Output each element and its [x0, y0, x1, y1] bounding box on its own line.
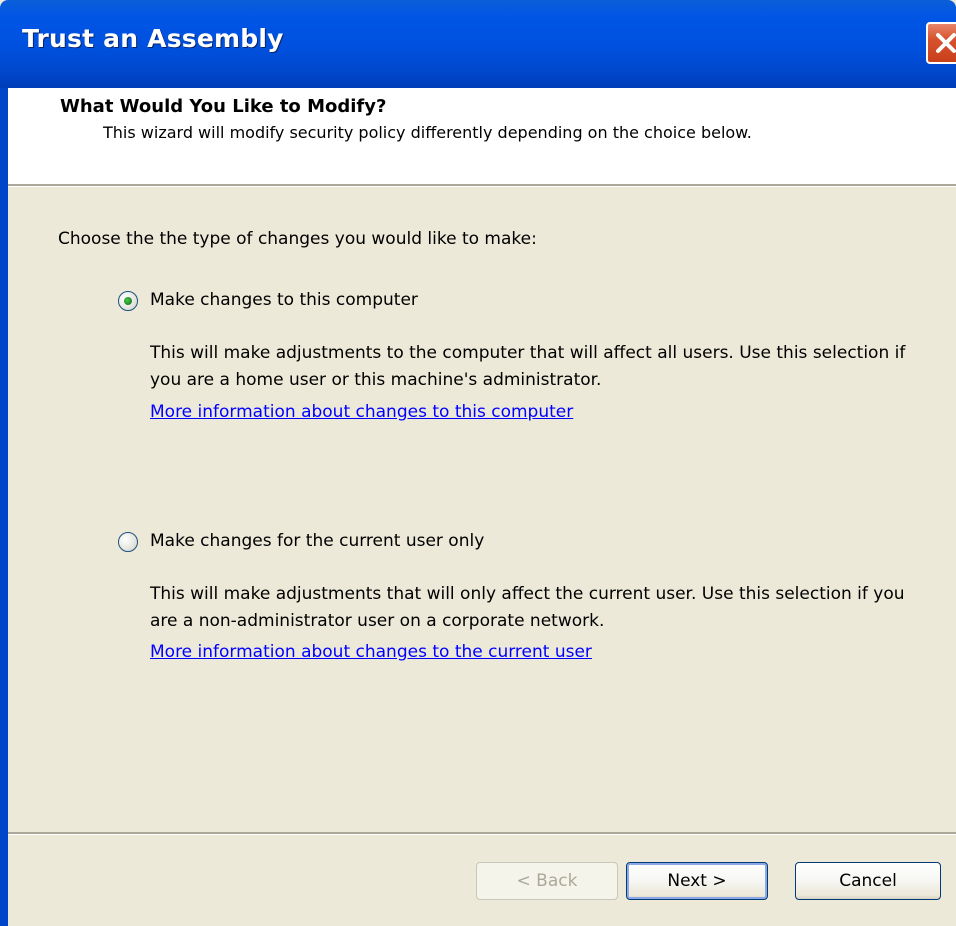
header-title: What Would You Like to Modify?	[60, 96, 387, 117]
cancel-button[interactable]: Cancel	[795, 862, 941, 900]
next-button[interactable]: Next >	[626, 862, 768, 900]
radio-selected-dot	[124, 297, 132, 305]
footer-divider	[8, 832, 956, 835]
header-description: This wizard will modify security policy …	[103, 123, 752, 142]
option-description-current-user: This will make adjustments that will onl…	[150, 584, 905, 631]
close-button[interactable]	[926, 22, 956, 64]
wizard-content: Choose the the type of changes you would…	[8, 187, 956, 832]
link-more-info-current-user[interactable]: More information about changes to the cu…	[150, 642, 592, 662]
window-title: Trust an Assembly	[22, 24, 284, 53]
wizard-window: Trust an Assembly What Would You Like to…	[0, 0, 956, 926]
option-label-current-user[interactable]: Make changes for the current user only	[150, 531, 484, 551]
back-button[interactable]: < Back	[476, 862, 618, 900]
window-frame-left	[0, 88, 8, 926]
radio-current-user[interactable]	[118, 532, 138, 552]
wizard-header: What Would You Like to Modify? This wiza…	[8, 88, 956, 184]
option-label-this-computer[interactable]: Make changes to this computer	[150, 290, 418, 310]
close-icon	[936, 33, 956, 53]
radio-this-computer[interactable]	[118, 291, 138, 311]
title-bar[interactable]: Trust an Assembly	[0, 0, 956, 88]
link-more-info-this-computer[interactable]: More information about changes to this c…	[150, 402, 573, 422]
choice-prompt: Choose the the type of changes you would…	[58, 229, 537, 249]
option-description-this-computer: This will make adjustments to the comput…	[150, 343, 906, 390]
